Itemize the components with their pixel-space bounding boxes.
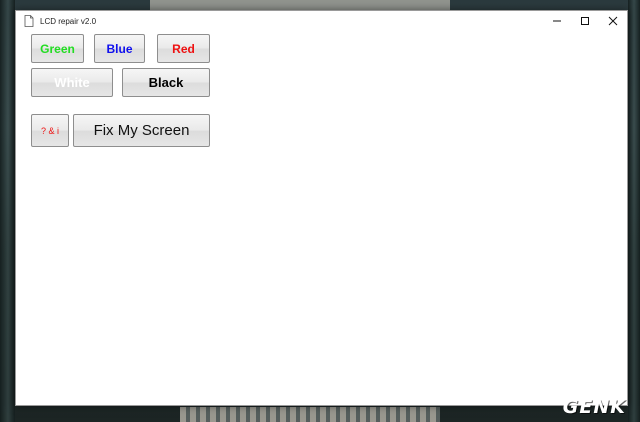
help-info-button[interactable]: ? & i (31, 114, 69, 147)
red-button[interactable]: Red (157, 34, 210, 63)
close-icon (608, 16, 618, 26)
fix-my-screen-button[interactable]: Fix My Screen (73, 114, 210, 147)
green-button[interactable]: Green (31, 34, 84, 63)
client-area: Green Blue Red White Black ? & i Fix My … (16, 31, 627, 405)
background-railing (180, 407, 440, 422)
window-controls (543, 11, 627, 31)
app-window: LCD repair v2.0 Green Blue Red White Bla… (15, 10, 628, 406)
minimize-icon (552, 16, 562, 26)
white-button[interactable]: White (31, 68, 113, 97)
document-icon (22, 14, 36, 28)
watermark-logo: GENK (562, 396, 626, 418)
title-bar[interactable]: LCD repair v2.0 (16, 11, 627, 31)
close-button[interactable] (599, 11, 627, 31)
blue-button[interactable]: Blue (94, 34, 145, 63)
black-button[interactable]: Black (122, 68, 210, 97)
window-title: LCD repair v2.0 (40, 16, 97, 26)
maximize-icon (580, 16, 590, 26)
minimize-button[interactable] (543, 11, 571, 31)
maximize-button[interactable] (571, 11, 599, 31)
